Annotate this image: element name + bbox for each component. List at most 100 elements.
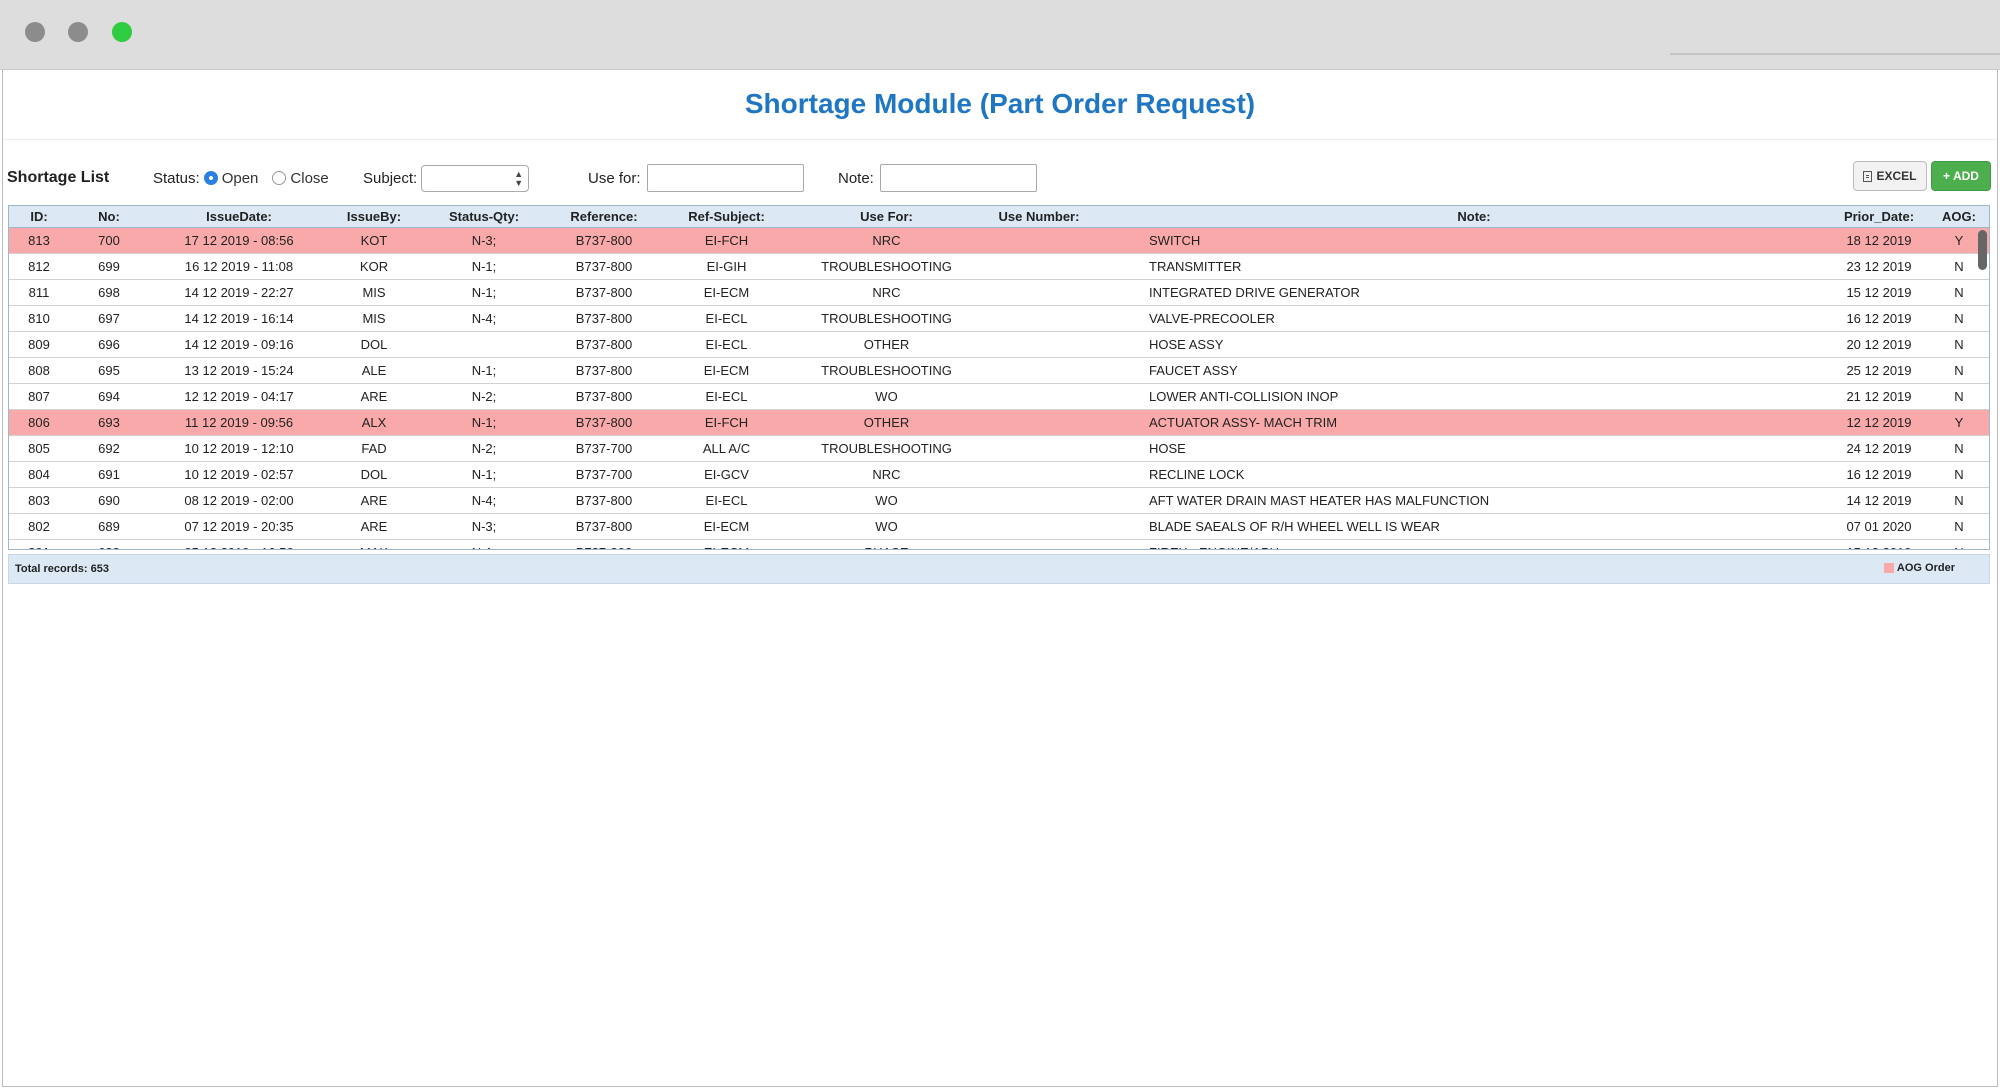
- cell-prior-date: 07 01 2020: [1846, 519, 1912, 534]
- cell-ref-subject: EI-ECM: [703, 285, 750, 300]
- cell-use-number: [979, 228, 1099, 254]
- column-header-use-number[interactable]: Use Number:: [979, 206, 1099, 228]
- cell-note: TRANSMITTER: [1149, 259, 1242, 274]
- cell-aog: N: [1954, 467, 1964, 482]
- cell-issue-by: MAK: [329, 540, 419, 549]
- column-header-id[interactable]: ID:: [9, 206, 69, 228]
- minimize-window-button[interactable]: [68, 22, 88, 42]
- table-row[interactable]: 809 696 14 12 2019 - 09:16 DOL B737-800 EI-EC…: [9, 332, 1989, 358]
- table-row[interactable]: 808 695 13 12 2019 - 15:24 ALE N-1; B737-800 E…: [9, 358, 1989, 384]
- cell-no: 699: [98, 259, 120, 274]
- cell-issue-date: 14 12 2019 - 09:16: [184, 337, 294, 352]
- table-row[interactable]: 802 689 07 12 2019 - 20:35 ARE N-3; B737-800 E…: [9, 514, 1989, 540]
- table-row[interactable]: 812 699 16 12 2019 - 11:08 KOR N-1; B737-800 E…: [9, 254, 1989, 280]
- table-row[interactable]: 807 694 12 12 2019 - 04:17 ARE N-2; B737-800 E…: [9, 384, 1989, 410]
- note-label: Note:: [838, 169, 874, 187]
- column-header-no[interactable]: No:: [69, 206, 149, 228]
- cell-use-for: NRC: [872, 467, 901, 482]
- cell-note: FIREX - ENGINE/APU: [1149, 540, 1809, 549]
- table-row[interactable]: 806 693 11 12 2019 - 09:56 ALX N-1; B737-800 E…: [9, 410, 1989, 436]
- cell-prior-date: 24 12 2019: [1846, 441, 1912, 456]
- cell-status-qty: N-2;: [471, 389, 497, 404]
- cell-note: AFT WATER DRAIN MAST HEATER HAS MALFUNCT…: [1149, 493, 1490, 508]
- excel-export-button[interactable]: EXCEL: [1853, 161, 1927, 191]
- table-row[interactable]: 810 697 14 12 2019 - 16:14 MIS N-4; B737-800 E…: [9, 306, 1989, 332]
- use-for-input[interactable]: [646, 164, 804, 192]
- cell-status-qty: N-3;: [471, 519, 497, 534]
- column-header-reference[interactable]: Reference:: [549, 206, 659, 228]
- table-row[interactable]: 803 690 08 12 2019 - 02:00 ARE N-4; B737-800 E…: [9, 488, 1989, 514]
- page-title: Shortage Module (Part Order Request): [744, 88, 1256, 119]
- cell-issue-date: 10 12 2019 - 02:57: [184, 467, 294, 482]
- table-row[interactable]: 805 692 10 12 2019 - 12:10 FAD N-2; B737-700 A…: [9, 436, 1989, 462]
- status-open-label[interactable]: Open: [222, 170, 259, 187]
- cell-prior-date: 18 12 2019: [1846, 233, 1912, 248]
- cell-ref-subject: EI-ECL: [705, 337, 748, 352]
- cell-use-number: [979, 358, 1099, 384]
- status-filter: Status: Open Close: [153, 160, 339, 196]
- close-window-button[interactable]: [25, 22, 45, 42]
- cell-reference: B737-800: [575, 285, 633, 300]
- cell-use-for: OTHER: [863, 415, 910, 430]
- cell-ref-subject: EI-FCH: [704, 415, 749, 430]
- cell-reference: B737-800: [575, 259, 633, 274]
- cell-note: INTEGRATED DRIVE GENERATOR: [1149, 285, 1360, 300]
- column-header-note[interactable]: Note:: [1099, 206, 1849, 228]
- subject-filter: Subject: ▲ ▼: [363, 160, 530, 196]
- cell-aog: N: [1954, 363, 1964, 378]
- total-records: Total records: 653: [15, 563, 109, 575]
- status-open-radio[interactable]: [203, 171, 218, 185]
- table-body: 813 700 17 12 2019 - 08:56 KOT N-3; B737-800 E…: [9, 228, 1989, 549]
- subject-select[interactable]: ▲ ▼: [421, 164, 530, 192]
- cell-use-for: NRC: [872, 285, 901, 300]
- cell-reference: B737-800: [575, 493, 633, 508]
- cell-use-number: [979, 436, 1099, 462]
- add-button[interactable]: + ADD: [1931, 161, 1991, 191]
- column-header-prior-date[interactable]: Prior_Date:: [1824, 206, 1934, 228]
- table-row[interactable]: 813 700 17 12 2019 - 08:56 KOT N-3; B737-800 E…: [9, 228, 1989, 254]
- cell-id: 806: [28, 415, 50, 430]
- table-scrollbar[interactable]: [1978, 230, 1987, 270]
- note-input[interactable]: [879, 164, 1037, 192]
- table-row[interactable]: 804 691 10 12 2019 - 02:57 DOL N-1; B737-700 E…: [9, 462, 1989, 488]
- titlebar-divider: [1670, 53, 2000, 55]
- cell-id: 803: [28, 493, 50, 508]
- cell-aog: Y: [1954, 233, 1964, 248]
- cell-issue-by: MIS: [362, 285, 386, 300]
- cell-use-for: TROUBLESHOOTING: [821, 259, 952, 274]
- table-row[interactable]: 80168805 12 2019 - 16:56MAKN-1;B737-800E…: [9, 540, 1989, 549]
- table-row[interactable]: 811 698 14 12 2019 - 22:27 MIS N-1; B737-800 E…: [9, 280, 1989, 306]
- cell-no: 694: [98, 389, 120, 404]
- cell-status-qty: N-2;: [471, 441, 497, 456]
- cell-use-for: PHASE: [794, 540, 979, 549]
- cell-no: 691: [98, 467, 120, 482]
- column-header-issue-by[interactable]: IssueBy:: [329, 206, 419, 228]
- cell-reference: B737-800: [575, 233, 633, 248]
- status-close-label[interactable]: Close: [290, 170, 328, 187]
- cell-status-qty: N-3;: [471, 233, 497, 248]
- cell-note: HOSE ASSY: [1149, 337, 1224, 352]
- column-header-issue-date[interactable]: IssueDate:: [149, 206, 329, 228]
- cell-status-qty: N-1;: [471, 259, 497, 274]
- cell-issue-date: 10 12 2019 - 12:10: [184, 441, 294, 456]
- cell-prior-date: 23 12 2019: [1846, 259, 1912, 274]
- cell-issue-date: 11 12 2019 - 09:56: [184, 415, 294, 430]
- cell-issue-by: ARE: [360, 493, 388, 508]
- maximize-window-button[interactable]: [112, 22, 132, 42]
- window-titlebar: [0, 0, 2000, 70]
- cell-prior-date: 15 12 2019: [1824, 540, 1934, 549]
- cell-issue-date: 13 12 2019 - 15:24: [184, 363, 294, 378]
- filter-toolbar: Shortage List Status: Open Close Subject…: [3, 160, 1997, 196]
- column-header-use-for[interactable]: Use For:: [794, 206, 979, 228]
- cell-aog: N: [1954, 519, 1964, 534]
- cell-status-qty: [419, 332, 549, 358]
- column-header-status-qty[interactable]: Status-Qty:: [419, 206, 549, 228]
- cell-reference: B737-800: [575, 519, 633, 534]
- cell-use-for: WO: [875, 389, 898, 404]
- cell-issue-date: 14 12 2019 - 22:27: [184, 285, 294, 300]
- aog-legend: AOG Order: [1883, 562, 1955, 574]
- column-header-aog[interactable]: AOG:: [1934, 206, 1984, 228]
- status-close-radio[interactable]: [272, 171, 287, 185]
- column-header-ref-subject[interactable]: Ref-Subject:: [659, 206, 794, 228]
- cell-id: 801: [9, 540, 69, 549]
